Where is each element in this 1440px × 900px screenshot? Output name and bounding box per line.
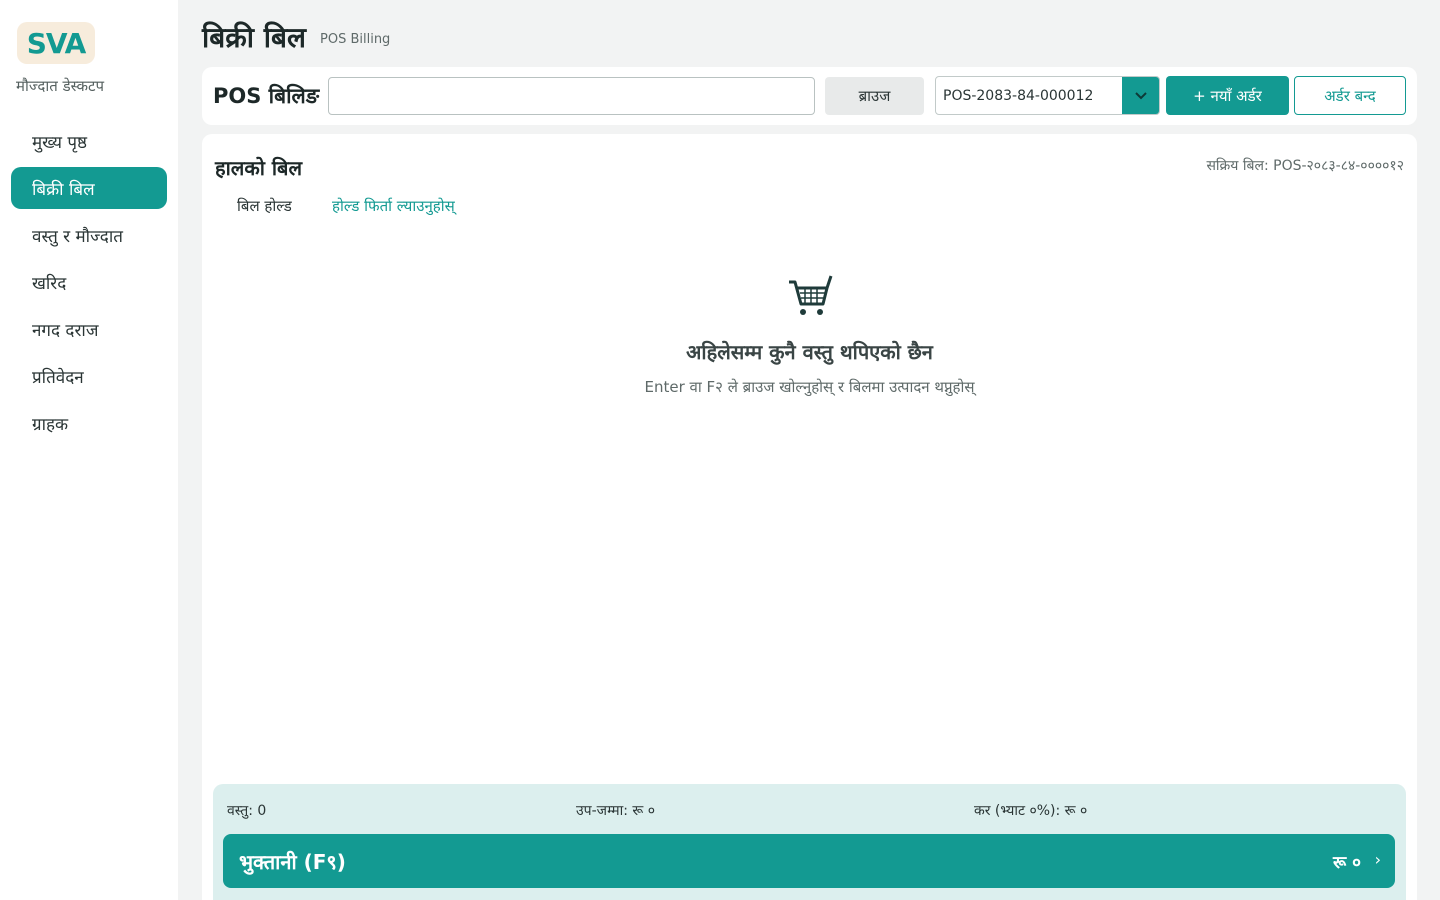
empty-state: अहिलेसम्म कुनै वस्तु थपिएको छैन Enter वा… — [202, 274, 1417, 399]
empty-state-title: अहिलेसम्म कुनै वस्तु थपिएको छैन — [686, 340, 933, 364]
current-bill-panel: हालको बिल सक्रिय बिल: POS-२०८३-८४-००००१२… — [202, 134, 1417, 900]
bill-summary: वस्तु: 0 उप-जम्मा: रू ० कर (भ्याट ०%): र… — [213, 784, 1406, 900]
pos-toolbar: POS बिलिङ ब्राउज POS-2083-84-000012 + नय… — [202, 67, 1417, 125]
subtotal: उप-जम्मा: रू ० — [576, 803, 656, 819]
order-select-value: POS-2083-84-000012 — [943, 88, 1094, 104]
chevron-right-icon: › — [1374, 850, 1381, 869]
payment-label: भुक्तानी (F९) — [239, 850, 346, 874]
recall-hold-link[interactable]: होल्ड फिर्ता ल्याउनुहोस् — [332, 196, 455, 216]
sidebar-item-sales-bill[interactable]: बिक्री बिल — [11, 167, 167, 209]
sidebar-item-customers[interactable]: ग्राहक — [11, 402, 167, 444]
app-logo: SVA — [17, 22, 95, 64]
sidebar-item-purchase[interactable]: खरिद — [11, 261, 167, 303]
chevron-down-icon[interactable] — [1122, 77, 1159, 114]
empty-state-description: Enter वा F२ ले ब्राउज खोल्नुहोस् र बिलमा… — [644, 378, 975, 396]
sidebar: SVA मौज्दात डेस्कटप मुख्य पृष्ठ बिक्री ब… — [0, 0, 178, 900]
current-bill-title: हालको बिल — [215, 156, 303, 180]
payment-amount: रू ० — [1333, 853, 1361, 873]
hold-bill-button[interactable]: बिल होल्ड — [237, 196, 292, 216]
close-order-button[interactable]: अर्डर बन्द — [1294, 76, 1406, 115]
page-title: बिक्री बिल — [202, 21, 306, 54]
tax-amount: कर (भ्याट ०%): रू ० — [974, 803, 1088, 819]
active-bill-label: सक्रिय बिल: POS-२०८३-८४-००००१२ — [1206, 158, 1404, 174]
app-subtitle: मौज्दात डेस्कटप — [16, 77, 105, 95]
logo-text: SVA — [26, 26, 87, 60]
sidebar-item-items-inventory[interactable]: वस्तु र मौज्दात — [11, 214, 167, 256]
product-search-input[interactable] — [328, 77, 815, 115]
sidebar-item-reports[interactable]: प्रतिवेदन — [11, 355, 167, 397]
sidebar-nav: मुख्य पृष्ठ बिक्री बिल वस्तु र मौज्दात ख… — [11, 120, 167, 449]
toolbar-label: POS बिलिङ — [213, 84, 320, 108]
shopping-cart-icon — [787, 274, 833, 320]
item-count: वस्तु: 0 — [227, 803, 267, 819]
payment-button[interactable]: भुक्तानी (F९) रू ० › — [223, 834, 1395, 888]
new-order-button[interactable]: + नयाँ अर्डर — [1166, 76, 1289, 115]
page-subtitle: POS Billing — [320, 32, 391, 47]
sidebar-item-home[interactable]: मुख्य पृष्ठ — [11, 120, 167, 162]
browse-button[interactable]: ब्राउज — [825, 77, 924, 115]
order-select[interactable]: POS-2083-84-000012 — [935, 76, 1160, 115]
sidebar-item-cash-drawer[interactable]: नगद दराज — [11, 308, 167, 350]
